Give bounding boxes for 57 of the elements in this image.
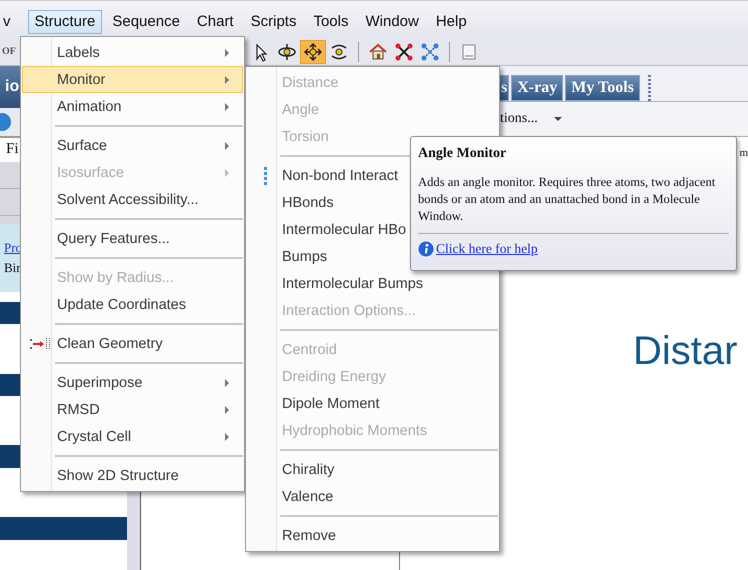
tab[interactable]: My Tools [565, 75, 640, 101]
menu-title[interactable]: Structure [28, 10, 102, 34]
tooltip-text: Adds an angle monitor. Requires three atoms, two adjacent bonds or an atom and an unattached bond in a Molecule Window. [418, 174, 716, 225]
menu-item[interactable]: Dipole Moment [247, 390, 498, 417]
menu-item[interactable]: Intermolecular Bumps [247, 270, 498, 297]
edge-text: m [739, 147, 748, 159]
menu-item[interactable]: Clean Geometry [22, 330, 243, 357]
submenu-arrow-icon [225, 142, 229, 150]
menu-item[interactable]: Remove [247, 522, 498, 549]
menu-item[interactable]: Valence [247, 483, 498, 510]
info-icon [418, 241, 434, 257]
submenu-arrow-icon [225, 169, 229, 177]
submenu-arrow-icon [225, 433, 229, 441]
menu-title[interactable]: Chart [190, 10, 241, 34]
menu-title[interactable]: Help [428, 10, 474, 34]
menu-title[interactable]: v [0, 10, 18, 34]
dotted-line-icon [264, 166, 266, 184]
menu-item[interactable]: Update Coordinates [22, 291, 243, 318]
menu-item[interactable]: Animation [22, 93, 243, 120]
submenu-arrow-icon [225, 76, 229, 84]
menu-item[interactable]: Superimpose [22, 369, 243, 396]
menu-item[interactable]: Crystal Cell [22, 423, 243, 450]
canvas-title: Distar [633, 329, 738, 374]
panel-text: Bir [4, 260, 21, 276]
home-icon [368, 42, 388, 62]
tooltip-title: Angle Monitor [418, 146, 508, 162]
menu-title[interactable]: Tools [306, 10, 356, 34]
dropdown-arrow-icon[interactable] [554, 117, 562, 121]
move-icon [302, 42, 323, 62]
dropdown-label[interactable]: tions... [500, 111, 538, 127]
menu-title[interactable]: Window [358, 10, 426, 34]
tab[interactable]: X-ray [511, 75, 564, 101]
menu-item[interactable]: Surface [22, 132, 243, 159]
header-text: io [5, 78, 20, 96]
cross-icon [394, 42, 414, 62]
menu-item[interactable]: Labels [22, 39, 243, 66]
submenu-arrow-icon [225, 49, 229, 57]
clean-geometry-icon [30, 338, 50, 350]
field-label: Fi [6, 141, 19, 158]
menu-item[interactable]: RMSD [22, 396, 243, 423]
submenu-arrow-icon [225, 379, 229, 387]
rotate-icon [276, 42, 297, 62]
cross-icon [420, 42, 440, 62]
menu-title[interactable]: Sequence [105, 10, 187, 34]
menu-item[interactable]: Monitor [22, 66, 243, 93]
menu-item[interactable]: Show 2D Structure [22, 462, 243, 489]
tab[interactable]: s [499, 75, 510, 101]
tool-button[interactable] [300, 40, 326, 64]
grip-icon[interactable] [648, 75, 651, 101]
submenu-arrow-icon [225, 103, 229, 111]
menu-item[interactable]: Solvent Accessibility... [22, 186, 243, 213]
menu-title[interactable]: Scripts [244, 10, 304, 34]
menu-item[interactable]: Chirality [247, 456, 498, 483]
toolbar-label: OF [1, 46, 16, 57]
help-link[interactable]: Click here for help [436, 241, 538, 257]
menu-item[interactable]: Query Features... [22, 225, 243, 252]
submenu-arrow-icon [225, 406, 229, 414]
